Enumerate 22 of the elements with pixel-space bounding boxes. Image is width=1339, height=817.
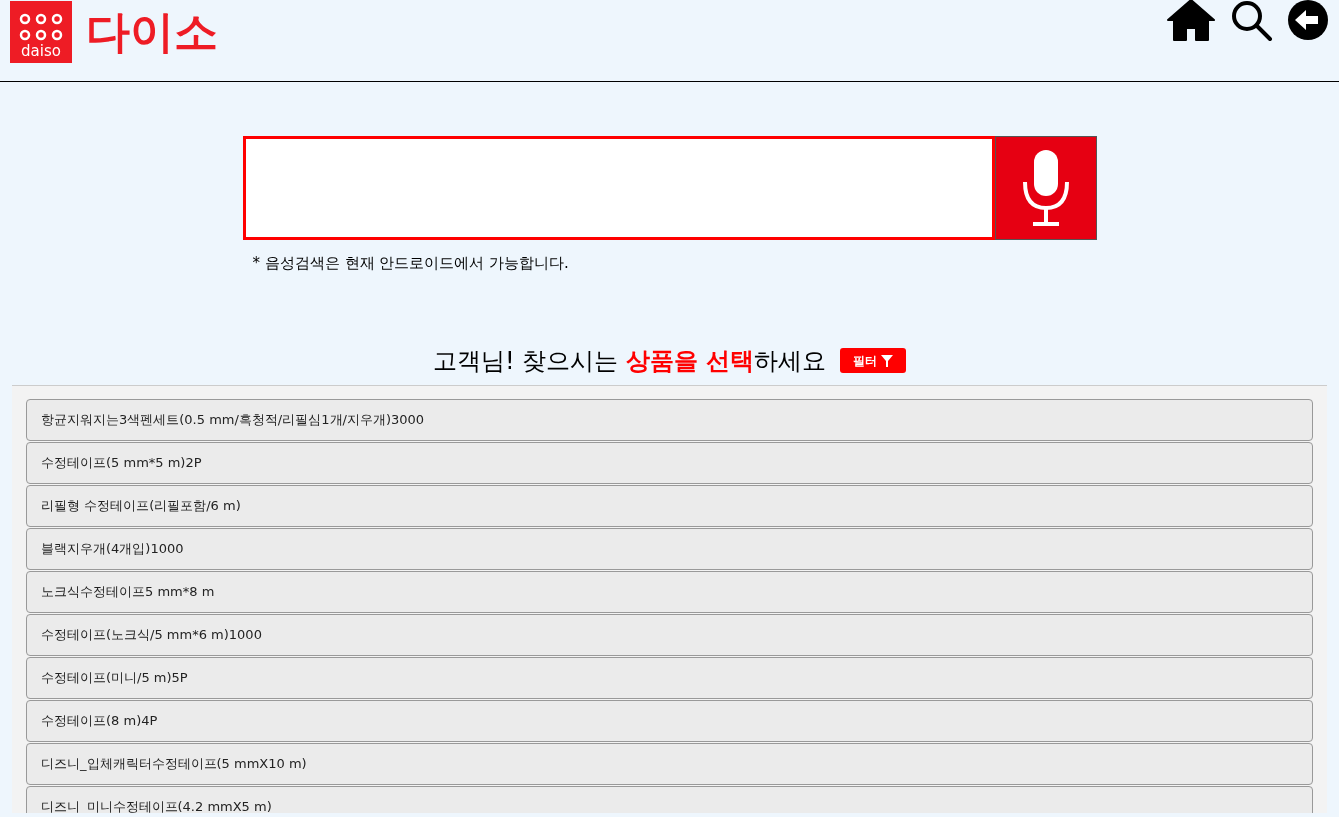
product-item[interactable]: 블랙지우개(4개입)1000 — [26, 527, 1313, 570]
funnel-icon — [881, 354, 894, 367]
product-item[interactable]: 수정테이프(노크식/5 mm*6 m)1000 — [26, 613, 1313, 656]
back-arrow-icon[interactable] — [1287, 0, 1329, 41]
search-icon[interactable] — [1229, 0, 1273, 42]
brand-name: 다이소 — [86, 9, 218, 54]
home-icon[interactable] — [1167, 0, 1215, 41]
search-field[interactable] — [242, 136, 995, 240]
product-item[interactable]: 디즈니_입체캐릭터수정테이프(5 mmX10 m) — [26, 742, 1313, 785]
product-item[interactable]: 수정테이프(5 mm*5 m)2P — [26, 441, 1313, 484]
voice-search-note: * 음성검색은 현재 안드로이드에서 가능합니다. — [251, 253, 570, 274]
product-item[interactable]: 리필형 수정테이프(리필포함/6 m) — [26, 484, 1313, 527]
product-item[interactable]: 수정테이프(8 m)4P — [26, 699, 1313, 742]
dots-icon — [18, 11, 64, 42]
product-item[interactable]: 항균지워지는3색펜세트(0.5 mm/흑청적/리필심1개/지우개)3000 — [26, 398, 1313, 441]
microphone-icon — [1020, 148, 1071, 228]
microphone-button[interactable] — [994, 136, 1097, 240]
logo-text: daiso — [21, 43, 61, 59]
filter-button[interactable]: 필터 — [840, 348, 907, 373]
product-item[interactable]: 노크식수정테이프5 mm*8 m — [26, 570, 1313, 613]
product-item[interactable]: 수정테이프(미니/5 m)5P — [26, 656, 1313, 699]
page-heading: 고객님! 찾으시는 상품을 선택하세요 — [432, 345, 827, 377]
